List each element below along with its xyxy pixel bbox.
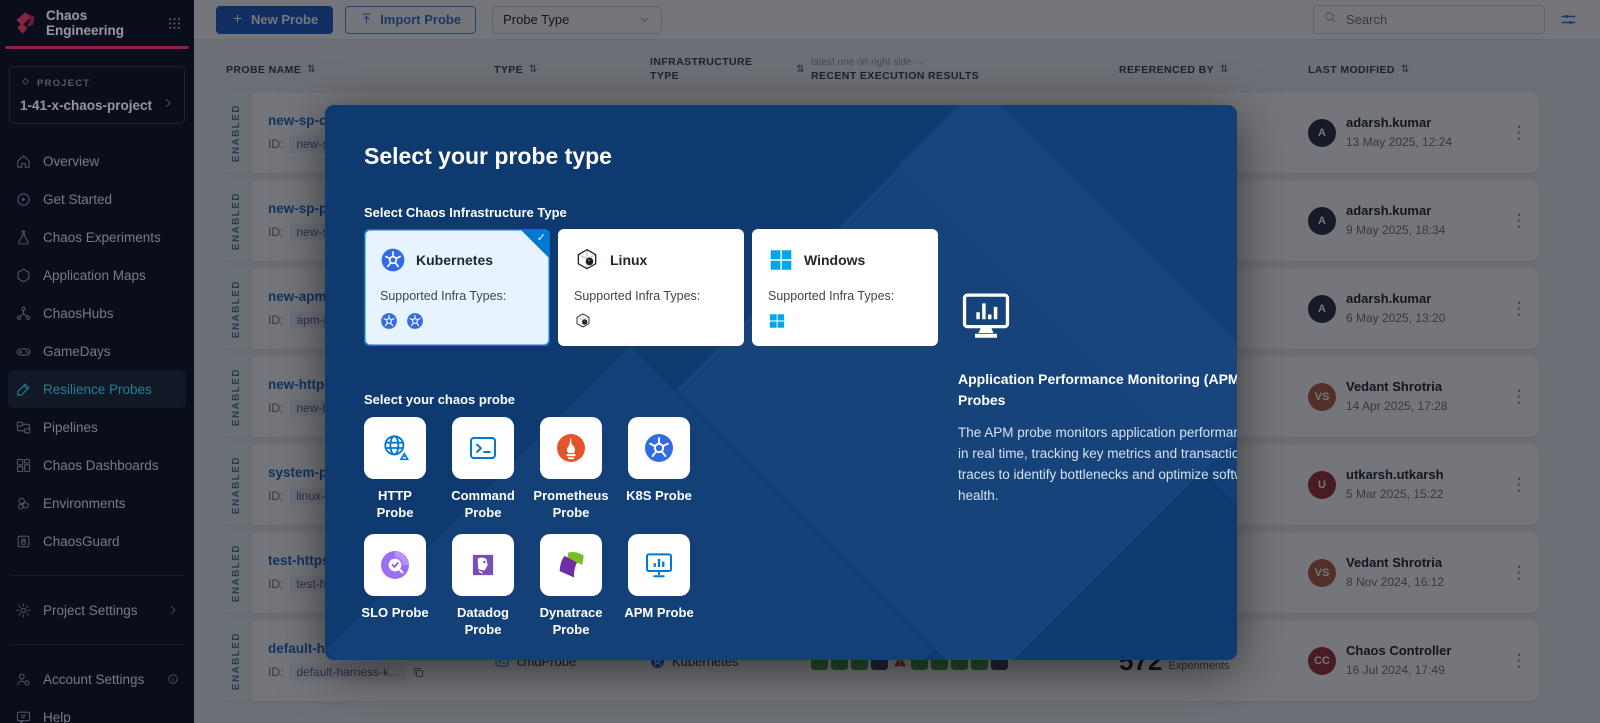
probe-tile-http-probe[interactable]: HTTP Probe <box>355 417 435 522</box>
infra-card-name: Windows <box>804 252 865 268</box>
kubernetes-icon <box>380 312 398 330</box>
select-probe-type-modal: Select your probe type Select Chaos Infr… <box>325 105 1237 660</box>
probe-tile-label: SLO Probe <box>361 605 428 639</box>
probe-tile-prometheus-probe[interactable]: Prometheus Probe <box>531 417 611 522</box>
supported-infra-label: Supported Infra Types: <box>380 289 534 303</box>
infra-card-list: ✓ Kubernetes Supported Infra Types: Linux Su… <box>364 229 938 346</box>
sidebar-dim-overlay <box>0 0 194 723</box>
command-icon <box>467 432 499 464</box>
probe-section-label: Select your chaos probe <box>364 392 515 407</box>
kubernetes-icon <box>643 432 675 464</box>
probe-tile-label: HTTP Probe <box>377 488 414 522</box>
prometheus-icon <box>555 432 587 464</box>
linux-icon <box>574 247 600 273</box>
windows-icon <box>768 312 786 330</box>
infra-card-name: Kubernetes <box>416 252 493 268</box>
windows-icon <box>768 247 794 273</box>
modal-title: Select your probe type <box>364 143 612 170</box>
infra-card-linux[interactable]: Linux Supported Infra Types: <box>558 229 744 346</box>
probe-tile-datadog-probe[interactable]: Datadog Probe <box>443 534 523 639</box>
probe-tile-command-probe[interactable]: Command Probe <box>443 417 523 522</box>
infra-card-windows[interactable]: Windows Supported Infra Types: <box>752 229 938 346</box>
monitor-icon <box>958 287 1237 343</box>
probe-tile-label: Command Probe <box>451 488 515 522</box>
check-icon: ✓ <box>537 231 546 244</box>
apm-info-title: Application Performance Monitoring (APM)… <box>958 369 1237 411</box>
probe-tile-label: Dynatrace Probe <box>540 605 603 639</box>
kubernetes-icon <box>406 312 424 330</box>
probe-tile-label: K8S Probe <box>626 488 692 522</box>
page: Chaos Engineering PROJECT 1-41-x-chaos-p… <box>0 0 1600 723</box>
probe-tile-apm-probe[interactable]: APM Probe <box>619 534 699 639</box>
apm-info-panel: Application Performance Monitoring (APM)… <box>958 287 1237 507</box>
probe-tile-label: APM Probe <box>624 605 693 639</box>
supported-infra-label: Supported Infra Types: <box>574 289 728 303</box>
probe-tile-k8s-probe[interactable]: K8S Probe <box>619 417 699 522</box>
datadog-icon <box>467 549 499 581</box>
dynatrace-icon <box>555 549 587 581</box>
infra-section-label: Select Chaos Infrastructure Type <box>364 205 567 220</box>
infra-card-kubernetes[interactable]: ✓ Kubernetes Supported Infra Types: <box>364 229 550 346</box>
infra-card-name: Linux <box>610 252 647 268</box>
slo-icon <box>379 549 411 581</box>
apm-icon <box>643 549 675 581</box>
http-icon <box>379 432 411 464</box>
linux-icon <box>574 312 592 330</box>
probe-tile-slo-probe[interactable]: SLO Probe <box>355 534 435 639</box>
kubernetes-icon <box>380 247 406 273</box>
supported-infra-label: Supported Infra Types: <box>768 289 922 303</box>
probe-tile-label: Prometheus Probe <box>533 488 608 522</box>
apm-info-description: The APM probe monitors application perfo… <box>958 423 1237 507</box>
probe-tile-grid: HTTP Probe Command Probe Prometheus Probe K… <box>364 417 690 639</box>
probe-tile-label: Datadog Probe <box>457 605 509 639</box>
probe-tile-dynatrace-probe[interactable]: Dynatrace Probe <box>531 534 611 639</box>
